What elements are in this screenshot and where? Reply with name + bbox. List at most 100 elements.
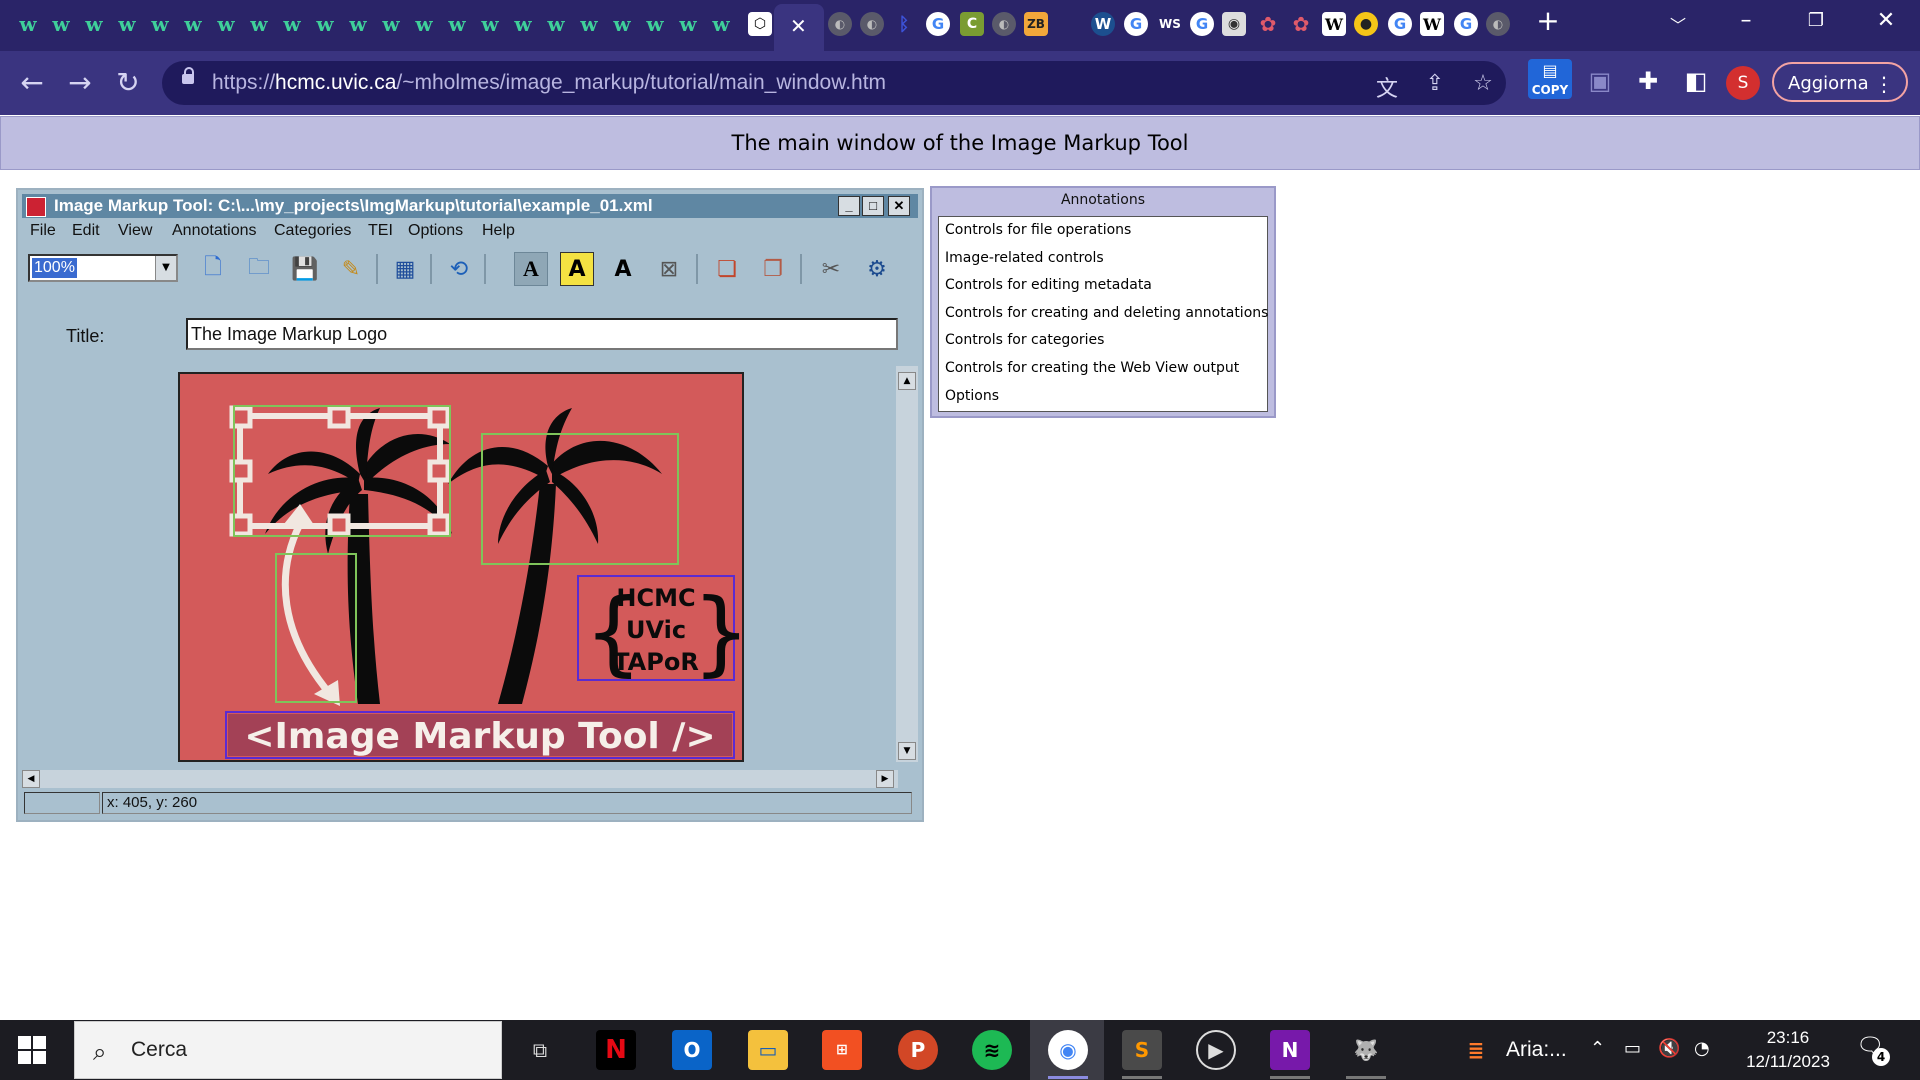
tray-chevron-up-icon[interactable]: ⌃ [1590, 1038, 1605, 1059]
netflix-icon[interactable]: N [596, 1030, 636, 1070]
tab-favicon-w[interactable]: w [181, 12, 205, 36]
sublime-text-icon[interactable]: S [1122, 1030, 1162, 1070]
tab-favicon-ws[interactable]: WS [1158, 12, 1182, 36]
menu-categories[interactable]: Categories [274, 222, 351, 240]
file-explorer-icon[interactable]: ▭ [748, 1030, 788, 1070]
category-list-icon[interactable]: ❐ [756, 252, 790, 286]
tab-favicon-flower[interactable]: ✿ [1289, 12, 1313, 36]
battery-plug-icon[interactable]: ▭ [1624, 1038, 1641, 1059]
forward-arrow-icon[interactable]: → [62, 67, 98, 99]
scroll-right-icon[interactable]: ▶ [876, 770, 894, 788]
powerpoint-icon[interactable]: P [898, 1030, 938, 1070]
scroll-left-icon[interactable]: ◀ [22, 770, 40, 788]
reload-icon[interactable]: ↻ [110, 67, 146, 99]
taskbar-search-box[interactable]: ⌕ Cerca [74, 1021, 502, 1079]
annotation-link[interactable]: Image-related controls [939, 245, 1267, 273]
annotation-link[interactable]: Controls for creating and deleting annot… [939, 300, 1268, 328]
kebab-menu-icon[interactable]: ⋮ [1874, 64, 1894, 104]
extensions-puzzle-icon[interactable]: ✚ [1632, 67, 1664, 95]
back-arrow-icon[interactable]: ← [14, 67, 50, 99]
spotify-icon[interactable]: ≋ [972, 1030, 1012, 1070]
scroll-down-icon[interactable]: ▼ [898, 742, 916, 760]
edit-metadata-icon[interactable]: ✎ [334, 252, 368, 286]
open-file-icon[interactable]: 🗀 [242, 252, 276, 286]
tab-favicon-google[interactable]: G [1388, 12, 1412, 36]
tab-favicon-w[interactable]: w [346, 12, 370, 36]
vertical-scrollbar[interactable]: ▲ ▼ [896, 366, 918, 762]
tab-favicon-w[interactable]: w [49, 12, 73, 36]
tab-favicon-w[interactable]: w [610, 12, 634, 36]
horizontal-scrollbar[interactable]: ◀ ▶ [22, 770, 898, 788]
tab-favicon-w[interactable]: w [115, 12, 139, 36]
tab-favicon-wordpress[interactable]: W [1091, 12, 1115, 36]
chrome-icon[interactable]: ◉ [1048, 1030, 1088, 1070]
imt-close-icon[interactable]: ✕ [888, 196, 910, 216]
tab-favicon-google[interactable]: G [926, 12, 950, 36]
menu-annotations[interactable]: Annotations [172, 222, 257, 240]
onenote-icon[interactable]: N [1270, 1030, 1310, 1070]
tab-favicon-seal[interactable]: ◉ [1222, 12, 1246, 36]
speaker-muted-icon[interactable]: 🔇 [1658, 1038, 1680, 1059]
outlook-icon[interactable]: O [672, 1030, 712, 1070]
new-tab-icon[interactable]: + [1528, 4, 1568, 37]
tab-favicon-w[interactable]: w [676, 12, 700, 36]
tab-favicon-bluetooth[interactable]: ᛒ [892, 12, 916, 36]
tab-favicon-w[interactable]: w [214, 12, 238, 36]
tab-favicon-w[interactable]: w [16, 12, 40, 36]
refresh-image-icon[interactable]: ⟲ [442, 252, 476, 286]
annotation-link[interactable]: Controls for file operations [939, 217, 1267, 245]
menu-options[interactable]: Options [408, 222, 463, 240]
wifi-icon[interactable]: ◔ [1694, 1038, 1710, 1059]
tab-favicon-w[interactable]: w [577, 12, 601, 36]
tab-favicon-globe[interactable]: ◐ [828, 12, 852, 36]
address-bar[interactable]: https://hcmc.uvic.ca/~mholmes/image_mark… [162, 61, 1506, 105]
tab-search-chevron-icon[interactable]: ﹀ [1658, 12, 1698, 36]
tab-favicon-w[interactable]: w [412, 12, 436, 36]
tab-favicon-w[interactable]: w [478, 12, 502, 36]
delete-annotation-icon[interactable]: ⊠ [652, 252, 686, 286]
tab-favicon-w[interactable]: w [379, 12, 403, 36]
menu-file[interactable]: File [30, 222, 56, 240]
tab-favicon-codepen[interactable]: ⬡ [748, 12, 772, 36]
gimp-icon[interactable]: 🐺 [1346, 1030, 1386, 1070]
load-image-icon[interactable]: ▦ [388, 252, 422, 286]
annotation-link[interactable]: Controls for creating the Web View outpu… [939, 355, 1267, 383]
save-file-icon[interactable]: 💾 [288, 252, 322, 286]
tab-favicon-w[interactable]: w [445, 12, 469, 36]
tab-favicon-cf[interactable]: C [960, 12, 984, 36]
tab-favicon-w[interactable]: w [82, 12, 106, 36]
side-panel-icon[interactable]: ◧ [1680, 67, 1712, 95]
image-canvas[interactable]: { } HCMC UVic TAPoR <Image Markup Tool /… [178, 372, 744, 762]
title-field[interactable]: The Image Markup Logo [186, 318, 898, 350]
scroll-up-icon[interactable]: ▲ [898, 372, 916, 390]
new-file-icon[interactable]: 🗋 [196, 252, 230, 286]
tab-favicon-globe[interactable]: ◐ [860, 12, 884, 36]
tab-favicon-zb[interactable]: ZB [1024, 12, 1048, 36]
new-annotation-icon[interactable]: A [560, 252, 594, 286]
close-window-icon[interactable]: ✕ [1866, 8, 1906, 33]
tab-favicon-google[interactable]: G [1190, 12, 1214, 36]
tab-favicon-wikipedia[interactable]: W [1420, 12, 1444, 36]
imt-minimize-icon[interactable]: _ [838, 196, 860, 216]
tools-options-icon[interactable]: ✂ [814, 252, 848, 286]
profile-avatar[interactable]: S [1726, 66, 1760, 100]
menu-help[interactable]: Help [482, 222, 515, 240]
tab-favicon-globe[interactable]: ◐ [1486, 12, 1510, 36]
tab-favicon-flower[interactable]: ✿ [1256, 12, 1280, 36]
taskbar-clock[interactable]: 23:16 12/11/2023 [1740, 1026, 1836, 1074]
media-player-icon[interactable]: ▶ [1196, 1030, 1236, 1070]
tab-favicon-yellow[interactable]: ● [1354, 12, 1378, 36]
imt-maximize-icon[interactable]: □ [862, 196, 884, 216]
task-view-icon[interactable]: ⧉ [520, 1030, 560, 1070]
extension-square-icon[interactable]: ▣ [1584, 67, 1616, 95]
share-icon[interactable]: ⇪ [1420, 71, 1450, 96]
annotation-link[interactable]: Controls for editing metadata [939, 272, 1267, 300]
bookmark-star-icon[interactable]: ☆ [1468, 71, 1498, 96]
show-annotations-icon[interactable]: A [514, 252, 548, 286]
tab-favicon-wikipedia[interactable]: W [1322, 12, 1346, 36]
annotation-link[interactable]: Controls for categories [939, 327, 1267, 355]
translate-icon[interactable]: 文 [1372, 71, 1402, 103]
edit-annotation-icon[interactable]: A [606, 252, 640, 286]
active-tab[interactable]: ✕ [774, 4, 824, 51]
tab-favicon-w[interactable]: w [280, 12, 304, 36]
